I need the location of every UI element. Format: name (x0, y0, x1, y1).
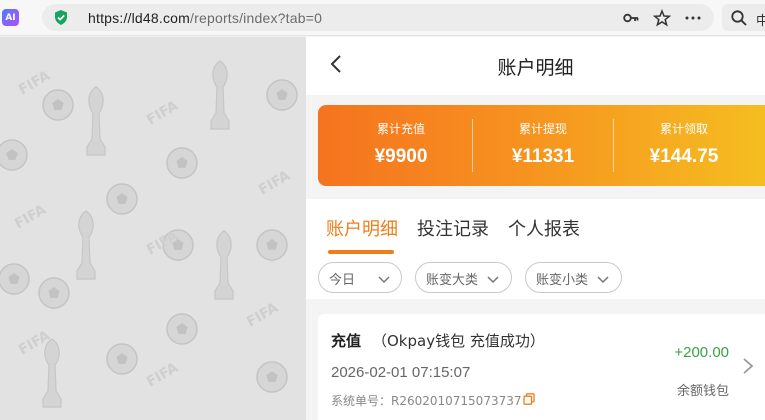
record-wallet: 余额钱包 (676, 384, 729, 399)
active-tab-indicator (328, 250, 394, 254)
transaction-record[interactable]: 充值 （Okpay钱包 充值成功） +200.00 2026-02-01 07:… (318, 314, 765, 420)
browser-search-box[interactable]: 中 (722, 4, 765, 31)
url-text[interactable]: https://ld48.com/reports/index?tab=0 (88, 10, 322, 26)
star-icon[interactable] (653, 9, 671, 27)
stat-total-withdraw: 累计提现 ¥11331 (472, 105, 614, 186)
record-type: 充值 (331, 332, 362, 350)
stat-value: ¥9900 (374, 146, 428, 167)
address-bar[interactable]: https://ld48.com/reports/index?tab=0 (42, 4, 714, 31)
browser-toolbar: AI https://ld48.com/reports/index?tab=0 … (0, 0, 765, 36)
filter-label: 账变大类 (426, 273, 479, 288)
search-icon (731, 10, 747, 26)
filter-label: 账变小类 (536, 273, 589, 288)
tab-account-details[interactable]: 账户明细 (326, 215, 398, 241)
tab-bar: 账户明细 投注记录 个人报表 (306, 199, 765, 257)
chevron-down-icon (597, 276, 609, 284)
svg-text:FIFA: FIFA (12, 202, 49, 233)
tab-personal-report[interactable]: 个人报表 (508, 215, 580, 241)
account-details-page: 账户明细 累计充值 ¥9900 累计提现 ¥11331 累计领取 ¥144.75… (306, 37, 765, 420)
stat-label: 累计领取 (659, 122, 708, 136)
background-pattern: FIFA FIFA FIFA FIFA FIFA FIFA FIFA FIFA (0, 37, 306, 420)
stat-label: 累计提现 (518, 122, 567, 136)
search-label: 中 (756, 14, 765, 29)
filter-date-select[interactable]: 今日 (318, 262, 402, 293)
stat-total-claimed: 累计领取 ¥144.75 (613, 105, 755, 186)
summary-card: 累计充值 ¥9900 累计提现 ¥11331 累计领取 ¥144.75 (318, 105, 765, 186)
key-icon[interactable] (622, 9, 640, 27)
record-amount: +200.00 (674, 344, 729, 361)
stat-label: 累计充值 (376, 122, 425, 136)
chevron-down-icon (378, 276, 390, 284)
page-header: 账户明细 (306, 37, 765, 95)
svg-text:FIFA: FIFA (256, 168, 293, 199)
svg-text:FIFA: FIFA (144, 360, 181, 391)
filter-subcategory-select[interactable]: 账变小类 (525, 262, 622, 293)
svg-text:FIFA: FIFA (244, 300, 281, 331)
stat-value: ¥144.75 (649, 146, 719, 167)
url-path: /reports/index?tab=0 (190, 10, 323, 26)
copy-icon[interactable] (523, 393, 535, 405)
filter-category-select[interactable]: 账变大类 (415, 262, 512, 293)
tab-bet-records[interactable]: 投注记录 (417, 215, 489, 241)
page-title: 账户明细 (497, 57, 574, 79)
filter-label: 今日 (329, 273, 356, 288)
record-time: 2026-02-01 07:15:07 (331, 364, 471, 381)
stat-total-deposit: 累计充值 ¥9900 (330, 105, 472, 186)
soccer-pattern-image: FIFA FIFA FIFA FIFA FIFA FIFA FIFA FIFA (0, 60, 298, 408)
record-order-number: 系统单号：R2602010715073737 (331, 394, 522, 408)
stat-value: ¥11331 (511, 146, 575, 167)
ai-extension-icon[interactable]: AI (2, 9, 19, 26)
svg-text:FIFA: FIFA (144, 98, 181, 129)
chevron-right-icon[interactable] (741, 356, 755, 376)
shield-icon[interactable] (54, 10, 68, 25)
more-icon[interactable] (684, 9, 702, 27)
record-description: （Okpay钱包 充值成功） (372, 332, 545, 350)
filter-bar: 今日 账变大类 账变小类 (306, 257, 765, 299)
chevron-down-icon (487, 276, 499, 284)
url-host: https://ld48.com (88, 10, 191, 26)
